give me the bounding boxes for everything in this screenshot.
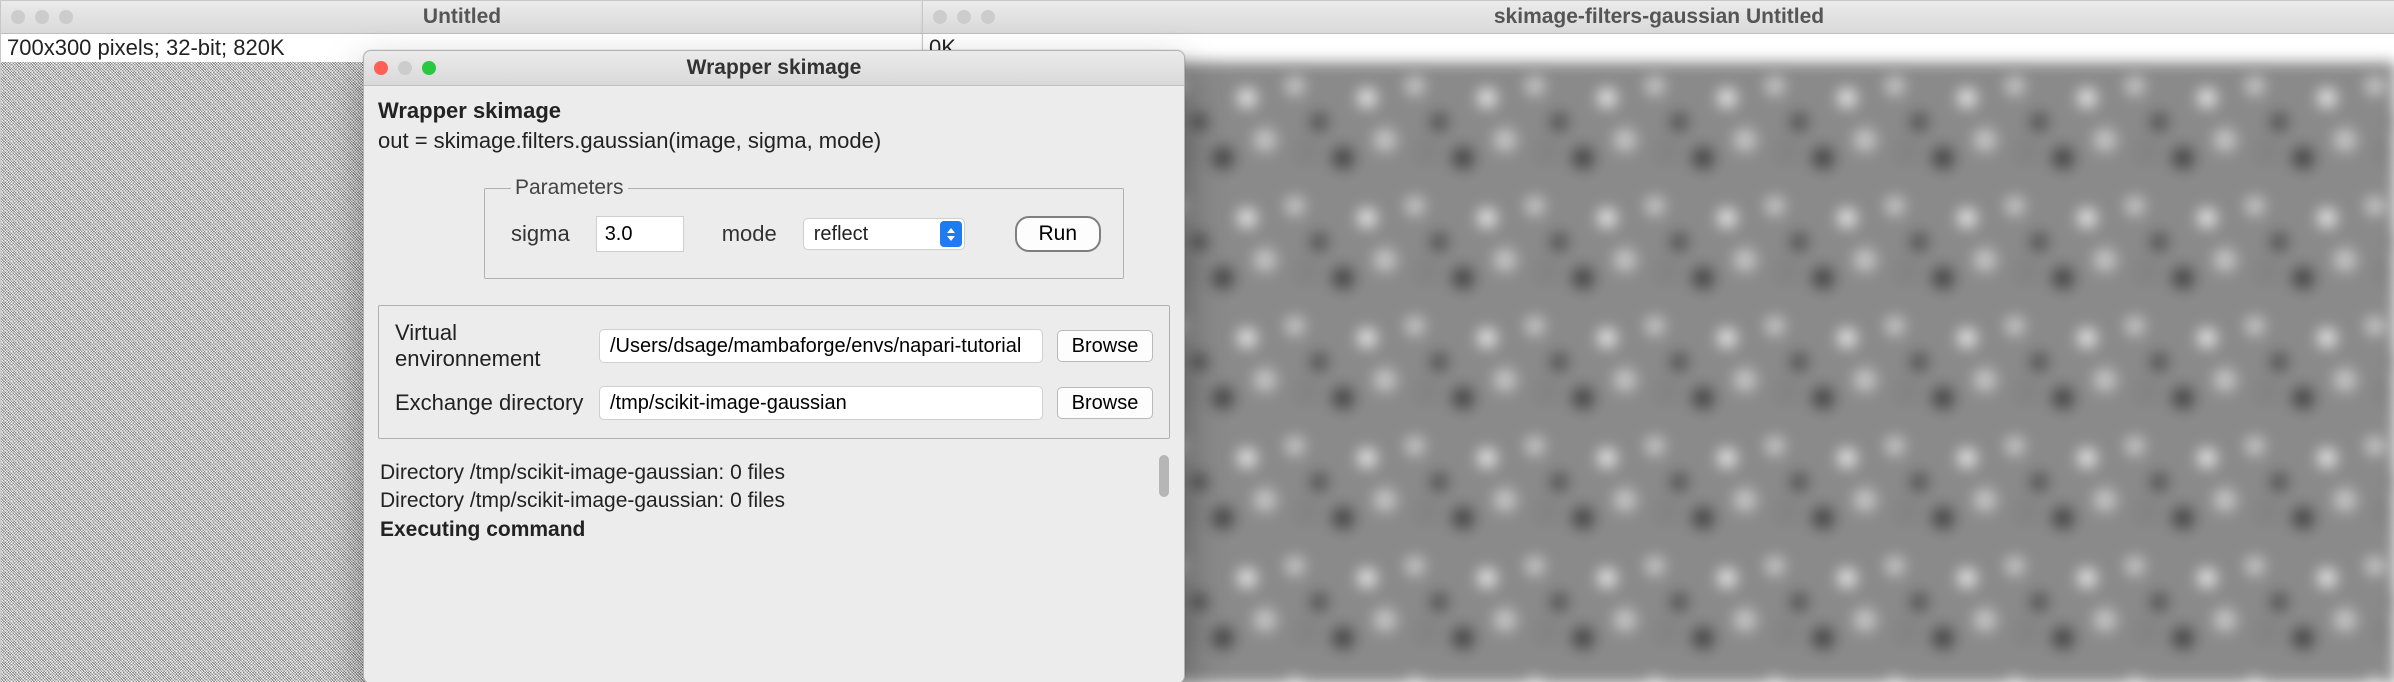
venv-browse-button[interactable]: Browse: [1057, 330, 1153, 362]
log-line: Executing command: [380, 516, 1168, 544]
window-title: skimage-filters-gaussian Untitled: [1494, 5, 1824, 29]
titlebar[interactable]: skimage-filters-gaussian Untitled: [923, 1, 2394, 34]
exchange-label: Exchange directory: [395, 390, 585, 416]
minimize-icon[interactable]: [35, 10, 49, 24]
venv-label: Virtual environnement: [395, 320, 585, 372]
run-button[interactable]: Run: [1015, 216, 1101, 252]
maximize-icon[interactable]: [59, 10, 73, 24]
log-line: Directory /tmp/scikit-image-gaussian: 0 …: [380, 487, 1168, 515]
parameters-legend: Parameters: [511, 176, 628, 200]
wrapper-skimage-dialog: Wrapper skimage Wrapper skimage out = sk…: [363, 50, 1185, 682]
mode-label: mode: [722, 221, 777, 247]
select-stepper-icon: [940, 221, 962, 247]
titlebar[interactable]: Untitled: [1, 1, 923, 34]
log-scrollbar[interactable]: [1158, 455, 1170, 525]
paths-fieldset: Virtual environnement Browse Exchange di…: [378, 305, 1170, 439]
close-icon[interactable]: [374, 61, 388, 75]
traffic-lights: [933, 10, 995, 24]
minimize-icon[interactable]: [398, 61, 412, 75]
window-title: Untitled: [423, 5, 501, 29]
exchange-browse-button[interactable]: Browse: [1057, 387, 1153, 419]
log-line: Directory /tmp/scikit-image-gaussian: 0 …: [380, 459, 1168, 487]
mode-selected-value: reflect: [814, 223, 868, 246]
exchange-input[interactable]: [599, 386, 1043, 420]
traffic-lights: [11, 10, 73, 24]
close-icon[interactable]: [11, 10, 25, 24]
maximize-icon[interactable]: [981, 10, 995, 24]
sigma-input[interactable]: [596, 216, 684, 252]
traffic-lights: [374, 61, 436, 75]
parameters-fieldset: Parameters sigma mode reflect Run: [484, 176, 1124, 279]
mode-select[interactable]: reflect: [803, 218, 965, 250]
titlebar[interactable]: Wrapper skimage: [364, 51, 1184, 86]
close-icon[interactable]: [933, 10, 947, 24]
log-output[interactable]: Directory /tmp/scikit-image-gaussian: 0 …: [378, 453, 1170, 550]
maximize-icon[interactable]: [422, 61, 436, 75]
minimize-icon[interactable]: [957, 10, 971, 24]
dialog-title: Wrapper skimage: [687, 56, 862, 80]
venv-input[interactable]: [599, 329, 1043, 363]
scrollbar-thumb[interactable]: [1159, 455, 1169, 497]
plugin-name: Wrapper skimage: [378, 98, 1170, 124]
code-snippet: out = skimage.filters.gaussian(image, si…: [378, 128, 1170, 154]
sigma-label: sigma: [511, 221, 570, 247]
